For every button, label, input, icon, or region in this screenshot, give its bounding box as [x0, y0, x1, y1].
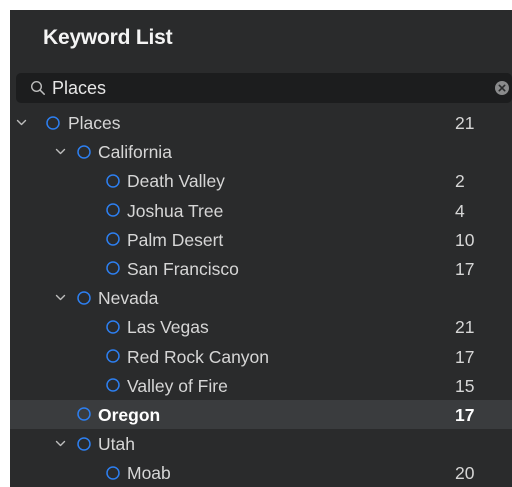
keyword-circle-icon[interactable]	[77, 407, 91, 422]
keyword-count: 21	[455, 113, 475, 133]
keyword-label: Moab	[127, 463, 171, 484]
chevron-down-icon[interactable]	[55, 146, 66, 157]
keyword-row[interactable]: Oregon 17	[10, 399, 512, 430]
keyword-row[interactable]: Places 21	[10, 108, 512, 137]
search-icon	[30, 80, 45, 95]
keyword-count: 10	[455, 229, 475, 250]
keyword-row[interactable]: Moab 20	[10, 458, 512, 487]
keyword-count: 4	[455, 200, 465, 221]
keyword-circle-icon[interactable]	[46, 115, 60, 130]
chevron-down-icon[interactable]	[16, 117, 27, 128]
chevron-down-icon[interactable]	[55, 438, 66, 449]
keyword-tree: Places 21 California Death Valley 2 Joshua Tr…	[10, 108, 512, 487]
keyword-label: Palm Desert	[127, 229, 224, 250]
keyword-count: 17	[455, 258, 475, 279]
keyword-circle-icon[interactable]	[77, 144, 91, 159]
keyword-row[interactable]: Red Rock Canyon 17	[10, 342, 512, 371]
keyword-circle-icon[interactable]	[106, 174, 120, 188]
keyword-label: Oregon	[98, 404, 161, 425]
keyword-circle-icon[interactable]	[106, 466, 120, 480]
search-bar[interactable]	[16, 73, 512, 103]
keyword-circle-icon[interactable]	[106, 320, 120, 334]
keyword-circle-icon[interactable]	[106, 261, 120, 276]
keyword-label: Valley of Fire	[127, 375, 228, 396]
keyword-label: Nevada	[98, 288, 159, 309]
keyword-row[interactable]: Las Vegas 21	[10, 312, 512, 341]
panel-title: Keyword List	[43, 26, 173, 49]
keyword-label: Red Rock Canyon	[127, 346, 270, 367]
clear-search-icon[interactable]	[494, 80, 510, 96]
keyword-label: California	[98, 142, 172, 163]
keyword-count: 21	[455, 317, 475, 338]
keyword-count: 15	[455, 375, 475, 396]
keyword-row[interactable]: Valley of Fire 15	[10, 371, 512, 400]
keyword-count: 17	[455, 404, 475, 425]
keyword-label: Utah	[98, 434, 135, 455]
keyword-label: Death Valley	[127, 171, 225, 192]
keyword-row[interactable]: Death Valley 2	[10, 166, 512, 195]
search-input[interactable]	[52, 75, 494, 101]
chevron-down-icon[interactable]	[55, 292, 66, 303]
keyword-count: 20	[455, 463, 475, 484]
keyword-row[interactable]: Nevada	[10, 283, 512, 312]
keyword-circle-icon[interactable]	[106, 203, 120, 217]
keyword-label: Joshua Tree	[127, 200, 224, 221]
keyword-circle-icon[interactable]	[106, 349, 120, 363]
keyword-circle-icon[interactable]	[77, 290, 91, 305]
keyword-count: 2	[455, 171, 465, 192]
keyword-row[interactable]: California	[10, 137, 512, 166]
keyword-list-panel: Keyword List Places 21 California Death Val…	[10, 10, 512, 487]
keyword-circle-icon[interactable]	[106, 378, 120, 392]
keyword-label: Las Vegas	[127, 317, 209, 338]
keyword-row[interactable]: Joshua Tree 4	[10, 196, 512, 225]
keyword-count: 17	[455, 346, 475, 367]
keyword-row[interactable]: Palm Desert 10	[10, 225, 512, 254]
keyword-row[interactable]: San Francisco 17	[10, 254, 512, 283]
keyword-circle-icon[interactable]	[77, 436, 91, 451]
keyword-label: San Francisco	[127, 258, 239, 279]
keyword-row[interactable]: Utah	[10, 429, 512, 458]
keyword-circle-icon[interactable]	[106, 232, 120, 246]
keyword-label: Places	[68, 113, 121, 133]
